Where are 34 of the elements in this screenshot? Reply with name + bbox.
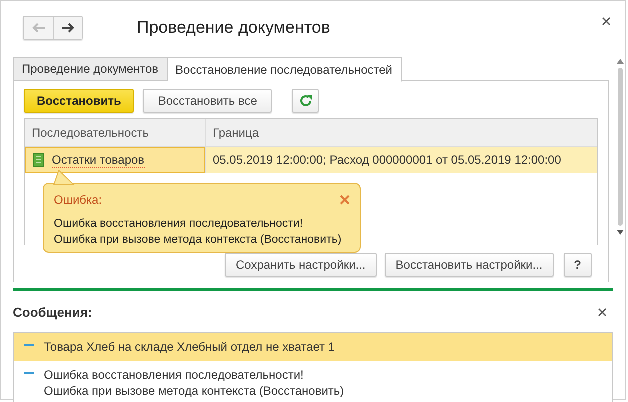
scroll-down-icon[interactable]: [616, 230, 624, 235]
restore-button[interactable]: Восстановить: [24, 89, 134, 113]
column-header[interactable]: Граница: [205, 119, 597, 146]
message-text: Ошибка при вызове метода контекста (Восстановить): [44, 383, 344, 399]
restore-all-button[interactable]: Восстановить все: [143, 89, 272, 113]
column-header[interactable]: Последовательность: [25, 119, 205, 146]
refresh-icon: [298, 94, 313, 108]
dash-icon: [24, 372, 34, 375]
table-cell: 05.05.2019 12:00:00; Расход 000000001 от 05.05.2019 12:00:00: [205, 147, 597, 173]
footer-button[interactable]: ?: [564, 253, 592, 277]
footer-button[interactable]: Восстановить настройки...: [384, 253, 554, 277]
tooltip-text: Ошибка при вызове метода контекста (Восстановить): [54, 233, 343, 248]
nav-button[interactable]: [53, 17, 82, 39]
document-icon: [33, 153, 44, 167]
tab[interactable]: Восстановление последовательностей: [166, 57, 402, 82]
window-title: Проведение документов: [137, 18, 330, 38]
message-text: Ошибка восстановления последовательности!: [44, 367, 305, 383]
footer-button[interactable]: Сохранить настройки...: [225, 253, 377, 277]
dash-icon: [24, 344, 34, 347]
tooltip-text: Ошибка восстановления последовательности!: [54, 217, 304, 232]
message-row[interactable]: Товара Хлеб на складе Хлебный отдел не хватает 1: [14, 333, 612, 361]
messages-title: Сообщения:: [13, 304, 92, 320]
table-row[interactable]: Остатки товаров 05.05.2019 12:00:00; Расход 000000001 от 05.05.2019 12:00:00: [25, 147, 597, 173]
scroll-up-icon[interactable]: [616, 59, 624, 64]
tab[interactable]: Проведение документов: [13, 57, 168, 81]
scroll-thumb[interactable]: [618, 68, 622, 226]
refresh-button[interactable]: [292, 89, 320, 113]
cell-text: Остатки товаров: [52, 152, 145, 168]
forward-arrow-icon: [61, 23, 75, 33]
message-text: Товара Хлеб на складе Хлебный отдел не хватает 1: [44, 339, 336, 355]
close-icon[interactable]: [598, 308, 607, 316]
back-arrow-icon: [32, 23, 46, 33]
tooltip-title: Ошибка:: [54, 193, 102, 207]
close-icon[interactable]: [602, 17, 611, 26]
